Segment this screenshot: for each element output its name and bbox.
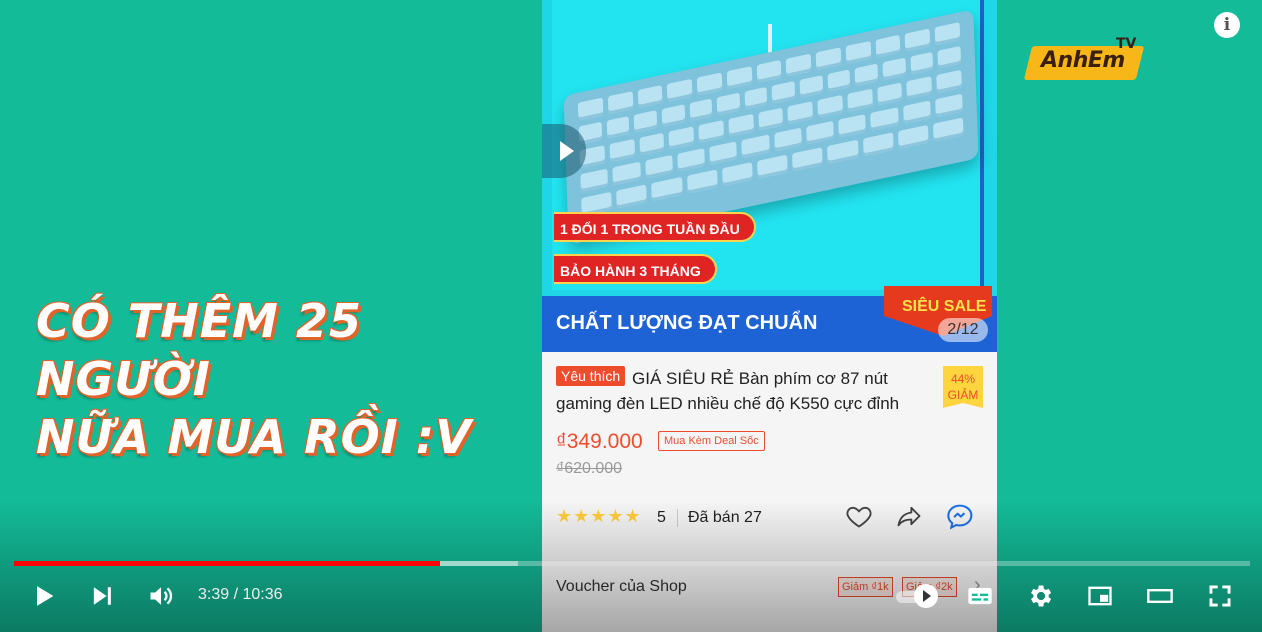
product-details: GIÁ SIÊU RẺ Bàn phím cơ 87 nút gaming đè… <box>542 352 997 560</box>
caption-line-2: NỮA MUA RỒI :V <box>36 410 472 464</box>
subtitles-icon <box>968 587 992 605</box>
autoplay-play-icon <box>914 584 938 608</box>
banner-text: CHẤT LƯỢNG ĐẠT CHUẨN <box>556 312 818 334</box>
theater-mode-button[interactable] <box>1136 572 1184 620</box>
share-icon[interactable] <box>895 502 923 530</box>
discount-percent: 44% <box>950 372 976 386</box>
logo-text: AnhEm <box>1041 48 1125 73</box>
play-icon <box>37 586 54 606</box>
fullscreen-button[interactable] <box>1196 572 1244 620</box>
logo-tv-text: TV <box>1116 36 1137 52</box>
next-button[interactable] <box>78 572 126 620</box>
heart-icon[interactable] <box>845 502 873 530</box>
miniplayer-button[interactable] <box>1076 572 1124 620</box>
miniplayer-icon <box>1088 586 1112 606</box>
time-display: 3:39 / 10:36 <box>198 586 283 603</box>
chat-icon[interactable] <box>946 502 976 530</box>
product-price: ₫349.000 <box>556 430 643 453</box>
channel-logo: AnhEm TV <box>1023 36 1146 84</box>
sale-badge-text: SIÊU SALE <box>902 298 987 315</box>
progress-bar[interactable] <box>14 561 1250 566</box>
rating-stars: ★★★★★ <box>556 506 642 526</box>
gear-icon <box>1031 585 1052 607</box>
old-price: ₫620.000 <box>556 460 623 477</box>
rating-value: 5 <box>657 509 666 526</box>
video-caption: CÓ THÊM 25 NGƯỜI NỮA MUA RỒI :V <box>36 292 536 466</box>
promo-tag-warranty: BẢO HÀNH 3 THÁNG <box>554 254 717 284</box>
settings-button[interactable] <box>1016 572 1064 620</box>
player-controls: 3:39 / 10:36 <box>0 572 1262 620</box>
play-button[interactable] <box>20 572 68 620</box>
favorite-badge: Yêu thích <box>556 366 626 386</box>
image-counter: 2/12 <box>938 318 988 342</box>
promo-tag-exchange: 1 ĐỔI 1 TRONG TUẦN ĐẦU <box>554 212 756 242</box>
progress-played <box>14 561 441 566</box>
subtitles-button[interactable] <box>956 572 1004 620</box>
volume-button[interactable] <box>137 572 185 620</box>
sold-count: Đã bán 27 <box>677 509 762 527</box>
fullscreen-icon <box>1209 585 1231 607</box>
video-player[interactable]: CÓ THÊM 25 NGƯỜI NỮA MUA RỒI :V AnhEm TV… <box>0 0 1262 632</box>
product-image: 1 ĐỔI 1 TRONG TUẦN ĐẦU BẢO HÀNH 3 THÁNG … <box>542 0 997 352</box>
deal-chip[interactable]: Mua Kèm Deal Sốc <box>658 431 765 451</box>
volume-icon <box>150 587 173 605</box>
discount-badge: 44% GIẢM <box>943 366 983 408</box>
theater-icon <box>1147 589 1173 603</box>
autoplay-toggle[interactable] <box>896 584 940 608</box>
info-icon[interactable]: i <box>1214 12 1240 38</box>
phone-screen: 1 ĐỔI 1 TRONG TUẦN ĐẦU BẢO HÀNH 3 THÁNG … <box>542 0 997 632</box>
next-icon <box>93 587 111 605</box>
caption-line-1: CÓ THÊM 25 NGƯỜI <box>36 294 362 406</box>
discount-label: GIẢM <box>947 388 979 402</box>
